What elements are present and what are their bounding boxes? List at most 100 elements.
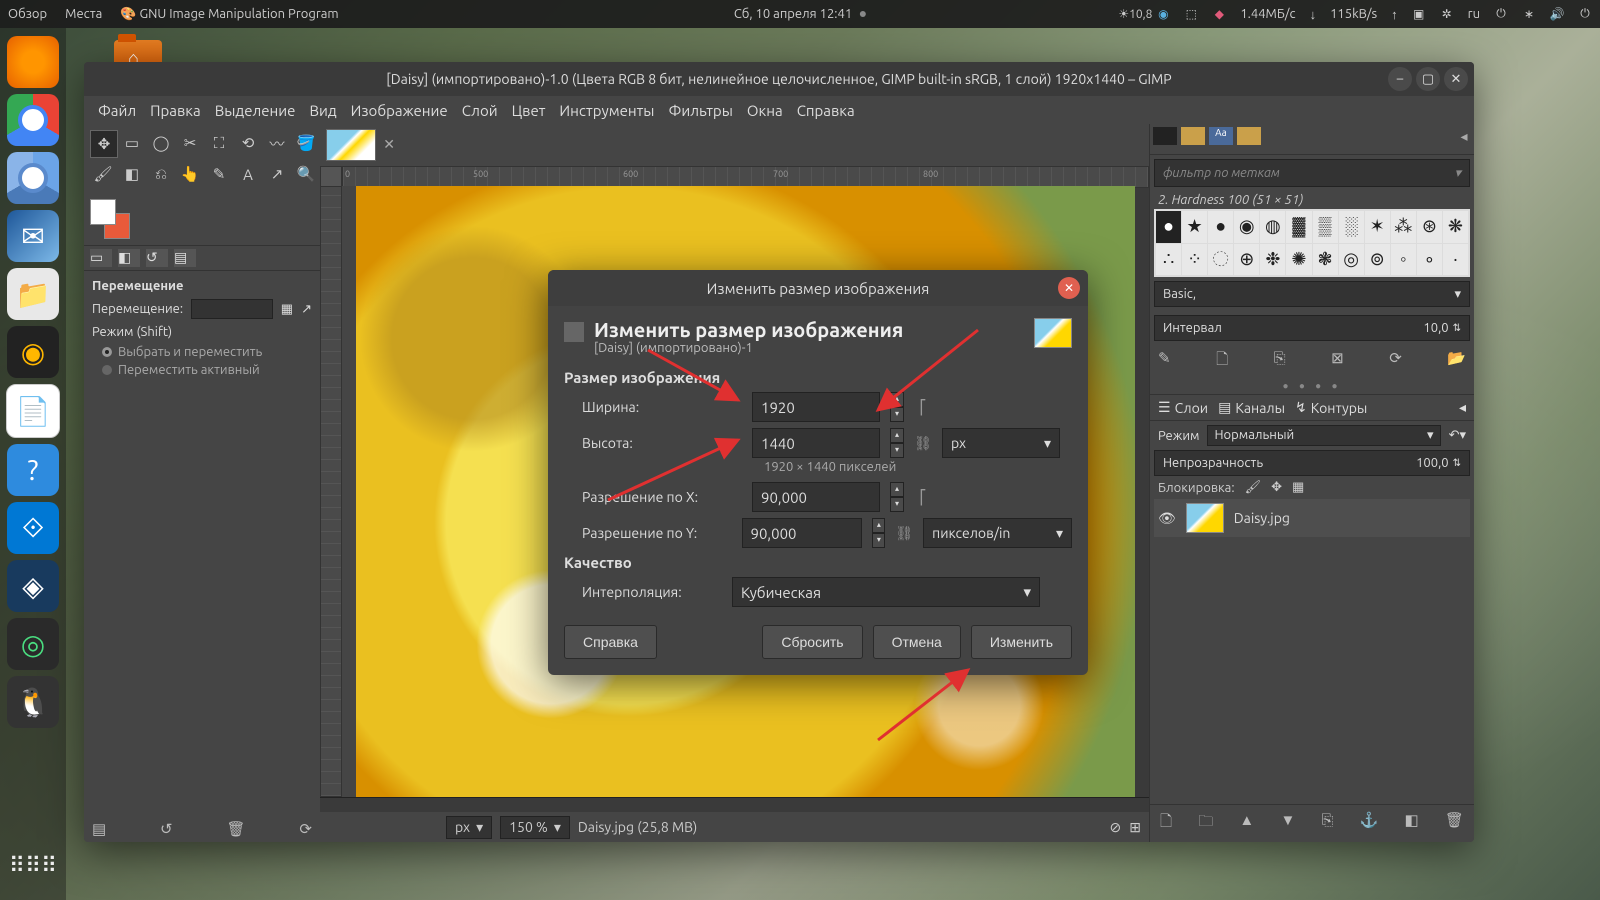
brush-spacing-slider[interactable]: Интервал10,0⇅ xyxy=(1154,315,1470,341)
dialog-close-button[interactable]: ✕ xyxy=(1058,277,1080,299)
menu-view[interactable]: Вид xyxy=(309,102,336,119)
width-input[interactable]: 1920 xyxy=(752,392,880,422)
cancel-button[interactable]: Отмена xyxy=(873,625,961,659)
layers-tab[interactable]: ☰Слои xyxy=(1158,399,1208,416)
rhythmbox-launcher[interactable]: ◉ xyxy=(7,326,59,378)
images-tab[interactable]: ▤ xyxy=(174,249,196,267)
layers-menu-icon[interactable]: ◂ xyxy=(1459,399,1466,416)
width-step-up[interactable]: ▴ xyxy=(890,392,904,407)
vscode-launcher[interactable]: ⟐ xyxy=(7,502,59,554)
minimize-button[interactable]: – xyxy=(1388,67,1412,91)
merge-layer-icon[interactable]: ⚓ xyxy=(1360,811,1379,836)
bucket-tool[interactable]: 🪣 xyxy=(293,130,319,156)
vertical-ruler[interactable] xyxy=(320,186,342,797)
move-mode-bar[interactable] xyxy=(191,299,273,319)
smudge-tool[interactable]: 👆 xyxy=(177,161,203,187)
volume-icon[interactable]: 🔊 xyxy=(1550,7,1564,21)
free-select-tool[interactable]: ◯ xyxy=(148,130,174,156)
new-layer-icon[interactable]: 🗋 xyxy=(1160,811,1172,836)
virtualbox-launcher[interactable]: ◈ xyxy=(7,560,59,612)
move-active-layer-radio[interactable]: Переместить активный xyxy=(92,363,312,377)
scale-button[interactable]: Изменить xyxy=(971,625,1072,659)
navigation-icon[interactable]: ⊞ xyxy=(1129,819,1141,836)
blend-mode-combo[interactable]: Нормальный▾ xyxy=(1207,425,1440,446)
window-titlebar[interactable]: [Daisy] (импортировано)-1.0 (Цвета RGB 8… xyxy=(84,62,1474,96)
activities-button[interactable]: Обзор xyxy=(8,7,47,21)
firefox-launcher[interactable] xyxy=(7,36,59,88)
network-icon[interactable]: ⏻ xyxy=(1494,7,1508,21)
height-step-down[interactable]: ▾ xyxy=(890,443,904,458)
res-unit-combo[interactable]: пикселов/in▾ xyxy=(923,518,1072,548)
accessibility-icon[interactable]: ✲ xyxy=(1440,7,1454,21)
menu-help[interactable]: Справка xyxy=(797,102,855,119)
bluetooth-icon[interactable]: ∗ xyxy=(1522,7,1536,21)
layer-down-icon[interactable]: ▼ xyxy=(1280,811,1295,836)
layer-toggle-icon[interactable]: ▦ xyxy=(281,302,293,317)
chain-link-icon[interactable]: ⛓ xyxy=(914,435,932,452)
move-pick-layer-radio[interactable]: Выбрать и переместить xyxy=(92,345,312,359)
dup-brush-icon[interactable]: ⎘ xyxy=(1274,349,1286,374)
dialog-titlebar[interactable]: Изменить размер изображения ✕ xyxy=(548,270,1088,306)
fuzzy-select-tool[interactable]: ✂ xyxy=(177,130,203,156)
toolbox-btn-1[interactable]: ▤ xyxy=(92,820,106,838)
path-toggle-icon[interactable]: ↗ xyxy=(301,302,312,317)
qbittorrent-icon[interactable]: ◉ xyxy=(1156,7,1170,21)
width-step-down[interactable]: ▾ xyxy=(890,407,904,422)
dup-layer-icon[interactable]: ⎘ xyxy=(1321,811,1333,836)
menu-select[interactable]: Выделение xyxy=(215,102,296,119)
resy-step-up[interactable]: ▴ xyxy=(872,518,885,533)
delete-layer-icon[interactable]: 🗑 xyxy=(1445,811,1464,836)
patterns-tab[interactable] xyxy=(1181,127,1205,145)
transform-tool[interactable]: ⟲ xyxy=(235,130,261,156)
scrollbar-horizontal[interactable] xyxy=(320,797,1149,812)
brushes-tab[interactable] xyxy=(1153,127,1177,145)
tray-cube-icon[interactable]: ◆ xyxy=(1212,7,1226,21)
tray-icon[interactable]: ⬚ xyxy=(1184,7,1198,21)
panel-menu-icon[interactable]: ◂ xyxy=(1457,127,1471,145)
open-brush-icon[interactable]: 📂 xyxy=(1447,349,1466,374)
size-unit-combo[interactable]: px▾ xyxy=(942,428,1060,458)
lock-alpha-icon[interactable]: ▦ xyxy=(1292,480,1304,495)
maximize-button[interactable]: ▢ xyxy=(1416,67,1440,91)
fonts-tab[interactable]: Aa xyxy=(1209,127,1233,145)
height-input[interactable]: 1440 xyxy=(752,428,880,458)
layer-up-icon[interactable]: ▲ xyxy=(1239,811,1254,836)
history-tab[interactable] xyxy=(1237,127,1261,145)
layer-item[interactable]: 👁 Daisy.jpg xyxy=(1154,499,1470,537)
files-launcher[interactable]: 📁 xyxy=(7,268,59,320)
zoom-selector[interactable]: 150 %▾ xyxy=(500,816,570,839)
image-tab[interactable]: ✕ xyxy=(326,129,376,161)
interpolation-combo[interactable]: Кубическая▾ xyxy=(732,577,1040,607)
lock-pixels-icon[interactable]: 🖌 xyxy=(1245,480,1262,495)
zoom-tool[interactable]: 🔍 xyxy=(293,161,319,187)
resx-step-up[interactable]: ▴ xyxy=(890,482,904,497)
brush-preset-combo[interactable]: Basic,▾ xyxy=(1154,281,1470,307)
menu-layer[interactable]: Слой xyxy=(462,102,498,119)
mode-switch-icon[interactable]: ↶▾ xyxy=(1449,428,1466,443)
tool-options-tab[interactable]: ▭ xyxy=(90,249,112,267)
power-icon[interactable]: ⏻ xyxy=(1578,7,1592,21)
menu-file[interactable]: Файл xyxy=(98,102,136,119)
resx-input[interactable]: 90,000 xyxy=(752,482,880,512)
close-button[interactable]: ✕ xyxy=(1444,67,1468,91)
warp-tool[interactable]: 〰 xyxy=(264,130,290,156)
brush-filter-input[interactable]: фильтр по меткам▾ xyxy=(1154,159,1470,187)
tray-icon-2[interactable]: ▣ xyxy=(1412,7,1426,21)
menu-tools[interactable]: Инструменты xyxy=(559,102,654,119)
layer-group-icon[interactable]: 🗀 xyxy=(1198,811,1213,836)
clock[interactable]: Сб, 10 апреля 12:41 xyxy=(734,7,852,21)
app-menu[interactable]: 🎨 GNU Image Manipulation Program xyxy=(120,7,338,22)
close-tab-icon[interactable]: ✕ xyxy=(383,136,395,153)
crop-tool[interactable]: ⛶ xyxy=(206,130,232,156)
toolbox-btn-4[interactable]: ⟳ xyxy=(299,820,312,838)
clone-tool[interactable]: ⎌ xyxy=(148,161,174,187)
height-step-up[interactable]: ▴ xyxy=(890,428,904,443)
help-launcher[interactable]: ? xyxy=(7,444,59,496)
move-tool[interactable]: ✥ xyxy=(90,130,118,158)
edit-brush-icon[interactable]: ✎ xyxy=(1158,349,1171,374)
menu-image[interactable]: Изображение xyxy=(351,102,448,119)
rect-select-tool[interactable]: ▭ xyxy=(119,130,145,156)
places-menu[interactable]: Места xyxy=(65,7,102,21)
lock-position-icon[interactable]: ✥ xyxy=(1271,480,1282,495)
show-apps-button[interactable]: ⠿⠿⠿ xyxy=(7,840,59,892)
